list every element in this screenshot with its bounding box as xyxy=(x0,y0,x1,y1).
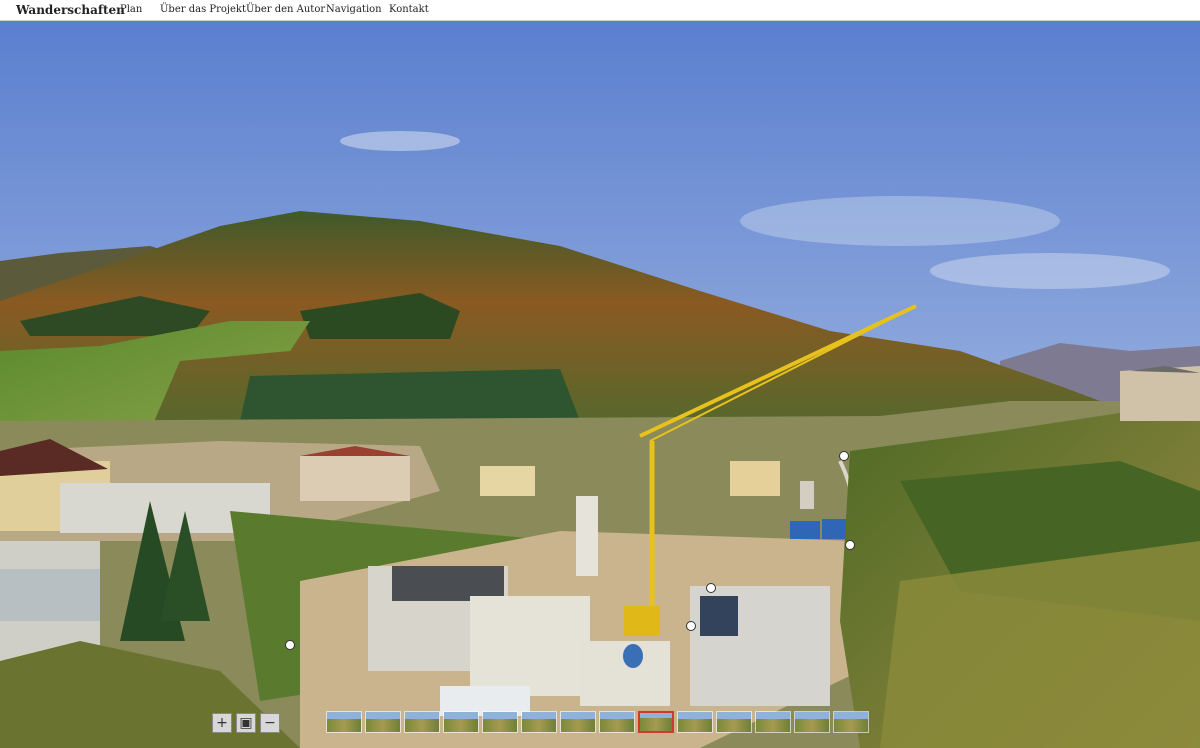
nav-about-project[interactable]: Über das Projekt xyxy=(160,4,246,15)
nav-contact[interactable]: Kontakt xyxy=(389,4,429,15)
zoom-out-icon: − xyxy=(264,715,276,731)
panorama-viewer[interactable] xyxy=(0,21,1200,748)
hotspot-marker[interactable] xyxy=(839,451,849,461)
panorama-thumbnail[interactable] xyxy=(716,711,752,733)
panorama-thumbnail[interactable] xyxy=(560,711,596,733)
nav-navigation[interactable]: Navigation xyxy=(326,4,382,15)
panorama-thumbnail[interactable] xyxy=(599,711,635,733)
fit-screen-icon: ▣ xyxy=(239,715,253,731)
zoom-out-button[interactable]: − xyxy=(260,713,280,733)
panorama-thumbnail[interactable] xyxy=(794,711,830,733)
panorama-thumbnail[interactable] xyxy=(365,711,401,733)
panorama-thumbnail[interactable] xyxy=(482,711,518,733)
zoom-in-button[interactable]: + xyxy=(212,713,232,733)
hotspot-marker[interactable] xyxy=(845,540,855,550)
panorama-thumbnail[interactable] xyxy=(755,711,791,733)
viewer-controls: + ▣ − xyxy=(212,712,280,734)
hotspot-marker[interactable] xyxy=(706,583,716,593)
panorama-thumbnail-strip xyxy=(326,711,869,733)
panorama-thumbnail[interactable] xyxy=(521,711,557,733)
zoom-in-icon: + xyxy=(216,715,228,731)
panorama-image[interactable] xyxy=(0,21,1200,748)
fit-screen-button[interactable]: ▣ xyxy=(236,713,256,733)
nav-plan[interactable]: Plan xyxy=(120,4,142,15)
top-navigation-bar: Wanderschaften Plan Über das Projekt Übe… xyxy=(0,0,1200,21)
panorama-thumbnail-active[interactable] xyxy=(638,711,674,733)
panorama-thumbnail[interactable] xyxy=(326,711,362,733)
site-brand[interactable]: Wanderschaften xyxy=(16,3,125,17)
panorama-thumbnail[interactable] xyxy=(677,711,713,733)
hotspot-marker[interactable] xyxy=(686,621,696,631)
panorama-thumbnail[interactable] xyxy=(443,711,479,733)
panorama-thumbnail[interactable] xyxy=(404,711,440,733)
panorama-thumbnail[interactable] xyxy=(833,711,869,733)
nav-about-author[interactable]: Über den Autor xyxy=(246,4,325,15)
hotspot-marker[interactable] xyxy=(285,640,295,650)
